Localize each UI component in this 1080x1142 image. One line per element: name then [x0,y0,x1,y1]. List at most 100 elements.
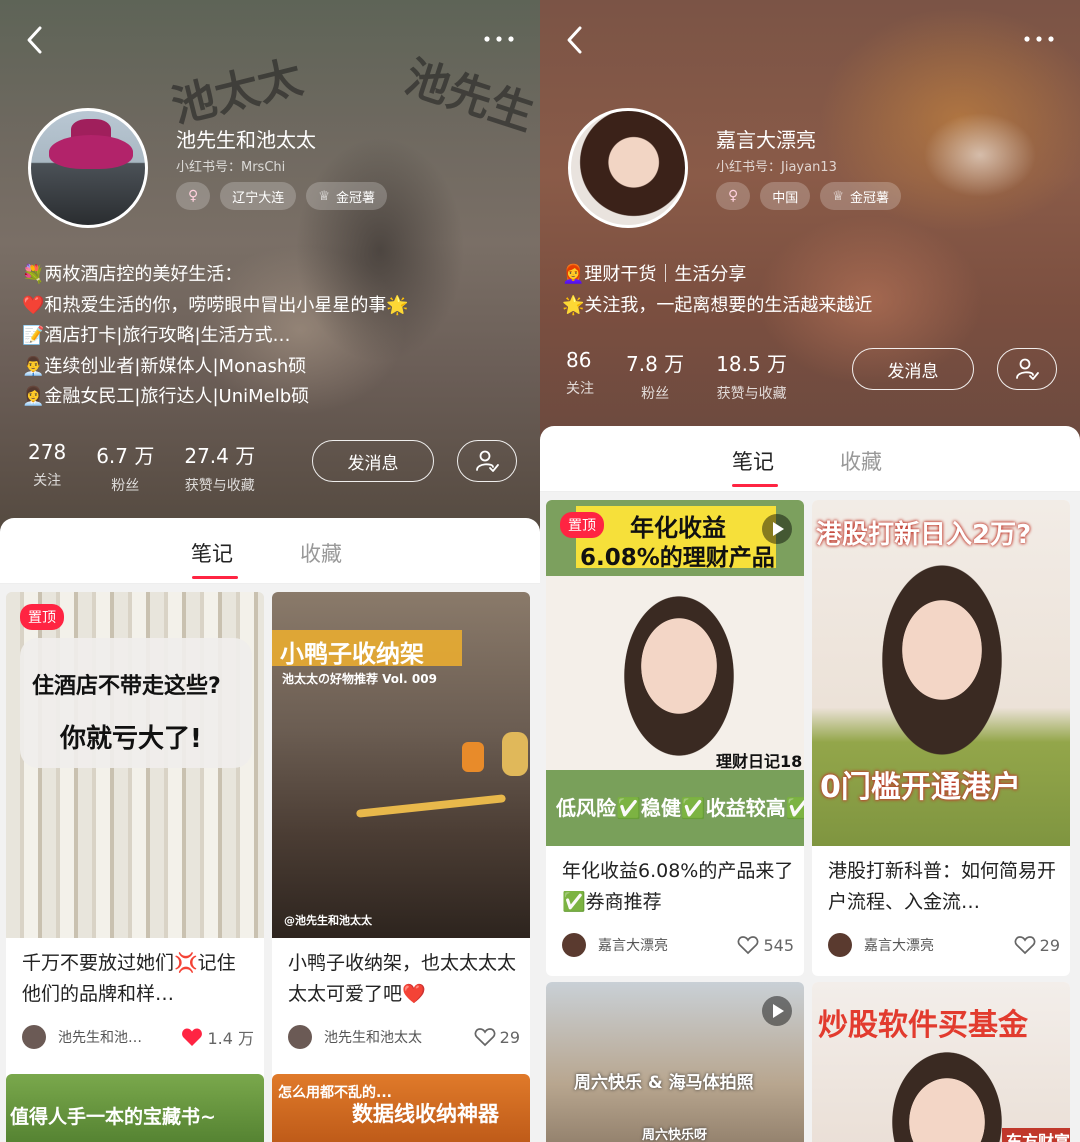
note-image: 港股打新日入2万? 0门槛开通港户 [812,500,1070,846]
stat-followers[interactable]: 7.8 万粉丝 [626,348,684,403]
note-overlay-text: 炒股软件买基金 [818,1008,1028,1043]
note-meta: 池先生和池太太 29 [288,1024,520,1050]
note-title: 港股打新科普：如何简易开户流程、入金流… [828,860,1057,913]
note-overlay-text: 周六快乐呀 [642,1128,708,1142]
profile-screen-left: 池太太 池先生 池先生和池太太 小红书号：MrsChi ♀ 辽宁大连 ♕ 金冠薯 … [0,0,540,1142]
note-overlay-text: 低风险✅稳健✅收益较高✅ [556,796,804,820]
profile-bio: 💐两枚酒店控的美好生活： ❤️和热爱生活的你，唠唠眼中冒出小星星的事🌟 📝酒店打… [22,260,409,413]
female-icon: ♀ [728,188,739,204]
author-avatar [562,933,586,957]
note-author: 嘉言大漂亮 [864,938,934,954]
note-watermark: @池先生和池太太 [284,914,372,927]
bio-line: 👩‍🦰理财干货｜生活分享 [562,264,747,285]
profile-stats: 278 关注 6.7 万粉丝 27.4 万获赞与收藏 [28,440,255,495]
stat-following[interactable]: 278 关注 [28,440,66,495]
profile-name: 嘉言大漂亮 [716,128,816,152]
note-overlay-text: 值得人手一本的宝藏书~ [10,1106,216,1128]
bio-line: 👨‍💼连续创业者|新媒体人|Monash硕 [22,355,307,377]
note-title: 年化收益6.08%的产品来了✅券商推荐 [562,860,794,913]
back-icon[interactable] [560,22,590,58]
like-count[interactable]: 545 [737,935,794,955]
note-image: 怎么用都不乱的... 数据线收纳神器 [272,1074,530,1142]
back-icon[interactable] [20,22,50,58]
tab-notes[interactable]: 笔记 [191,538,233,568]
note-meta: 池先生和池… 1.4 万 [22,1024,254,1050]
note-overlay-text: 周六快乐 & 海马体拍照 [574,1073,754,1093]
note-overlay-text: 你就亏大了! [60,724,202,754]
more-options-icon[interactable] [1022,24,1056,54]
note-author: 池先生和池… [58,1030,142,1046]
note-overlay-text: 港股打新日入2万? [816,520,1032,550]
crown-icon: ♕ [318,188,330,204]
note-author: 嘉言大漂亮 [598,938,668,954]
location-tag: 辽宁大连 [220,182,297,210]
author-avatar [828,933,852,957]
like-count[interactable]: 1.4 万 [181,1025,254,1049]
note-title: 小鸭子收纳架，也太太太太太太可爱了吧❤️ [288,952,517,1005]
note-image: 住酒店不带走这些? 你就亏大了! 置顶 [6,592,264,938]
background-text: 池先生 [398,51,540,141]
stat-likes[interactable]: 27.4 万获赞与收藏 [184,440,255,495]
bio-line: 📝酒店打卡|旅行攻略|生活方式… [22,325,291,346]
note-image: 小鸭子收纳架 池太太の好物推荐 Vol. 009 @池先生和池太太 [272,592,530,938]
follow-button[interactable] [997,348,1057,390]
location-tag: 中国 [760,182,811,210]
stat-likes[interactable]: 18.5 万获赞与收藏 [716,348,787,403]
tab-bar: 笔记 收藏 [540,426,1080,492]
send-message-button[interactable]: 发消息 [312,440,434,482]
crown-icon: ♕ [832,188,844,204]
profile-id: 小红书号：MrsChi [176,160,286,175]
note-card[interactable]: 小鸭子收纳架 池太太の好物推荐 Vol. 009 @池先生和池太太 小鸭子收纳架… [272,592,530,1088]
background-text: 池太太 [166,51,308,134]
heart-outline-icon [738,936,759,955]
tab-notes[interactable]: 笔记 [732,446,774,476]
author-avatar [22,1025,46,1049]
tab-collections[interactable]: 收藏 [300,538,342,568]
badge-tag[interactable]: ♕ 金冠薯 [306,182,387,210]
gender-tag: ♀ [176,182,211,210]
note-overlay-text: 0门槛开通港户 [820,770,1021,805]
note-card[interactable]: 年化收益 6.08%的理财产品 理财日记18 低风险✅稳健✅收益较高✅ 置顶 年… [546,500,804,976]
notes-section: 笔记 收藏 年化收益 6.08%的理财产品 理财日记18 低风险✅稳健✅收益较高… [540,426,1080,1142]
note-card[interactable]: 怎么用都不乱的... 数据线收纳神器 [272,1074,530,1142]
video-play-icon [762,514,792,544]
follow-button[interactable] [457,440,517,482]
note-overlay-text: 6.08%的理财产品 [580,545,775,571]
note-card[interactable]: 炒股软件买基金 东方财富 [812,982,1070,1142]
pinned-badge: 置顶 [20,604,64,630]
bio-line: ❤️和热爱生活的你，唠唠眼中冒出小星星的事🌟 [22,294,409,316]
like-count[interactable]: 29 [474,1027,520,1047]
bio-line: 🌟关注我，一起离想要的生活越来越近 [562,294,873,316]
stat-following[interactable]: 86 关注 [566,348,594,403]
more-options-icon[interactable] [482,24,516,54]
avatar[interactable] [568,108,688,228]
note-card[interactable]: 周六快乐 & 海马体拍照 周六快乐呀 [546,982,804,1142]
send-message-button[interactable]: 发消息 [852,348,974,390]
like-count[interactable]: 29 [1014,935,1060,955]
notes-section: 笔记 收藏 住酒店不带走这些? 你就亏大了! 置顶 千万不要放过她们💢记住他们的… [0,518,540,1142]
author-avatar [288,1025,312,1049]
note-card[interactable]: 住酒店不带走这些? 你就亏大了! 置顶 千万不要放过她们💢记住他们的品牌和样… … [6,592,264,1088]
tab-bar: 笔记 收藏 [0,518,540,584]
stat-followers[interactable]: 6.7 万粉丝 [96,440,154,495]
profile-tags: ♀ 辽宁大连 ♕ 金冠薯 [176,182,387,210]
note-card[interactable]: 值得人手一本的宝藏书~ [6,1074,264,1142]
badge-tag[interactable]: ♕ 金冠薯 [820,182,901,210]
user-check-icon [1016,358,1039,380]
active-tab-indicator [192,576,238,579]
profile-name: 池先生和池太太 [176,128,316,152]
bio-line: 💐两枚酒店控的美好生活： [22,264,243,285]
note-overlay-text: 东方财富 [1002,1128,1070,1142]
user-check-icon [476,450,499,472]
video-play-icon [762,996,792,1026]
heart-filled-icon [182,1028,203,1046]
note-overlay-text: 数据线收纳神器 [352,1102,499,1126]
note-title: 千万不要放过她们💢记住他们的品牌和样… [22,952,236,1005]
profile-id: 小红书号：Jiayan13 [716,160,837,175]
note-image: 年化收益 6.08%的理财产品 理财日记18 低风险✅稳健✅收益较高✅ 置顶 [546,500,804,846]
avatar[interactable] [28,108,148,228]
note-card[interactable]: 港股打新日入2万? 0门槛开通港户 港股打新科普：如何简易开户流程、入金流… 嘉… [812,500,1070,976]
note-image: 值得人手一本的宝藏书~ [6,1074,264,1142]
tab-collections[interactable]: 收藏 [840,446,882,476]
profile-tags: ♀ 中国 ♕ 金冠薯 [716,182,901,210]
